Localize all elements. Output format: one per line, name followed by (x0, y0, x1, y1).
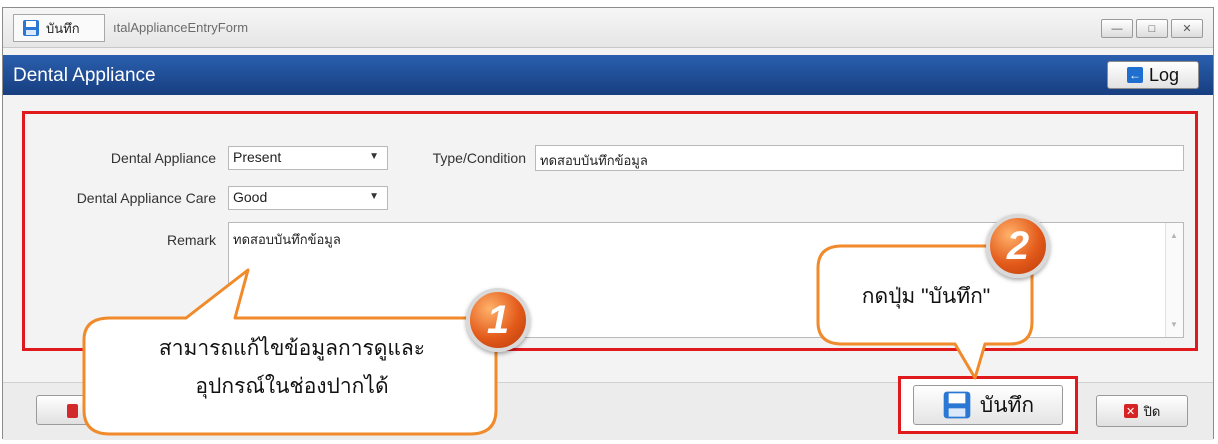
save-highlight: บันทึก (898, 376, 1078, 434)
close-button-label: ปิด (1143, 403, 1161, 419)
save-button[interactable]: บันทึก (913, 385, 1063, 425)
chevron-down-icon: ▼ (369, 191, 379, 202)
care-select[interactable]: Good ▼ (228, 186, 388, 210)
floppy-icon (943, 391, 971, 419)
step-badge-2: 2 (986, 214, 1050, 278)
title-bar: บันทึก ıtalApplianceEntryForm — □ ✕ (3, 8, 1213, 48)
callout-edit-line2: อุปกรณ์ในช่องปากได้ (195, 374, 389, 398)
window-title: ıtalApplianceEntryForm (113, 20, 249, 35)
remark-value: ทดสอบบันทึกข้อมูล (233, 232, 341, 247)
save-tab-label: บันทึก (46, 20, 80, 36)
window-controls: — □ ✕ (1101, 19, 1203, 38)
appliance-label: Dental Appliance (110, 150, 216, 166)
remark-scrollbar[interactable]: ▲ ▼ (1165, 223, 1183, 337)
care-label: Dental Appliance Care (76, 190, 216, 206)
care-value: Good (233, 189, 268, 205)
title-save-tab[interactable]: บันทึก (13, 14, 105, 42)
log-label: Log (1148, 64, 1180, 85)
appliance-select[interactable]: Present ▼ (228, 146, 388, 170)
appliance-value: Present (233, 149, 282, 165)
type-condition-value: ทดสอบบันทึกข้อมูล (540, 153, 648, 168)
callout-edit-line1: สามารถแก้ไขข้อมูลการดูและ (158, 337, 426, 360)
remark-label: Remark (166, 232, 216, 248)
log-icon: ← (1126, 67, 1143, 83)
callout-save-text: กดปุ่ม "บันทึก" (861, 285, 991, 308)
chevron-down-icon: ▼ (369, 151, 379, 162)
trash-icon (67, 404, 78, 418)
log-button[interactable]: ← Log (1107, 61, 1199, 89)
close-icon: ✕ (1123, 404, 1138, 418)
form-header: Dental Appliance ← Log (3, 55, 1213, 95)
close-button[interactable]: ✕ ปิด (1096, 395, 1188, 427)
save-button-label: บันทึก (979, 393, 1035, 417)
page-title: Dental Appliance (13, 65, 156, 86)
type-condition-input[interactable]: ทดสอบบันทึกข้อมูล (535, 145, 1184, 171)
type-condition-label: Type/Condition (432, 150, 526, 166)
floppy-icon (23, 20, 39, 36)
step-badge-1: 1 (466, 288, 530, 352)
minimize-button[interactable]: — (1101, 19, 1133, 38)
scroll-up-icon: ▲ (1170, 231, 1178, 240)
maximize-button[interactable]: □ (1136, 19, 1168, 38)
callout-edit-text: สามารถแก้ไขข้อมูลการดูและ อุปกรณ์ในช่องป… (96, 330, 488, 406)
scroll-down-icon: ▼ (1170, 320, 1178, 329)
close-window-button[interactable]: ✕ (1171, 19, 1203, 38)
